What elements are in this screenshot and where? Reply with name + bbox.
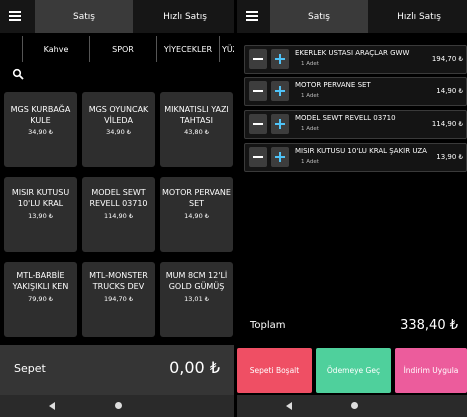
- tab-satis[interactable]: Satış: [270, 0, 368, 33]
- plus-icon[interactable]: [271, 49, 289, 69]
- plus-icon[interactable]: [271, 147, 289, 167]
- product-name: MTL-BARBİE YAKIŞIKLI KEN: [12, 271, 69, 291]
- system-nav-bar: [237, 395, 467, 417]
- cart-item-qty: 1 Adet: [301, 126, 319, 132]
- cart-row[interactable]: MODEL SEWT REVELL 03710 1 Adet 114,90 ₺: [244, 110, 467, 139]
- product-card[interactable]: MGS OYUNCAK VİLEDA 34,90 ₺: [82, 92, 155, 167]
- checkout-button[interactable]: Ödemeye Geç: [316, 348, 391, 393]
- system-nav-bar: [0, 395, 234, 417]
- product-price: 34,90 ₺: [106, 128, 131, 136]
- product-price: 13,01 ₺: [184, 295, 209, 303]
- product-price: 79,90 ₺: [28, 295, 53, 303]
- product-card[interactable]: MTL-BARBİE YAKIŞIKLI KEN 79,90 ₺: [4, 262, 77, 337]
- product-name: MGS KURBAĞA KULE: [10, 105, 71, 125]
- home-icon[interactable]: [351, 402, 358, 409]
- product-card[interactable]: MTL-MONSTER TRUCKS DEV 194,70 ₺: [82, 262, 155, 337]
- clear-cart-button[interactable]: Sepeti Boşalt: [237, 348, 312, 393]
- minus-icon[interactable]: [249, 81, 267, 101]
- back-icon[interactable]: [49, 402, 55, 410]
- product-price: 194,70 ₺: [104, 295, 133, 303]
- total-value: 338,40 ₺: [400, 318, 458, 333]
- search-bar[interactable]: [0, 65, 234, 85]
- category-bar: Kahve SPOR YİYECEKLER YÜZ: [0, 36, 234, 62]
- cart-row[interactable]: MISIR KUTUSU 10'LU KRAL ŞAKİR UZA 1 Adet…: [244, 143, 467, 172]
- product-card[interactable]: MISIR KUTUSU 10'LU KRAL 13,90 ₺: [4, 177, 77, 252]
- product-name: MUM 8CM 12'Lİ GOLD GÜMÜŞ: [165, 271, 228, 291]
- category-item[interactable]: YÜZ: [219, 36, 234, 62]
- total-label: Toplam: [250, 320, 286, 331]
- product-card[interactable]: MIKNATISLI YAZI TAHTASI 43,80 ₺: [160, 92, 233, 167]
- product-name: MODEL SEWT REVELL 03710: [89, 188, 148, 208]
- cart-item-price: 114,90 ₺: [431, 120, 463, 128]
- product-price: 34,90 ₺: [28, 128, 53, 136]
- search-icon[interactable]: [12, 68, 24, 80]
- menu-icon[interactable]: [9, 11, 21, 21]
- cart-item-qty: 1 Adet: [301, 61, 319, 67]
- product-card[interactable]: MGS KURBAĞA KULE 34,90 ₺: [4, 92, 77, 167]
- cart-item-price: 194,70 ₺: [431, 55, 463, 63]
- category-item[interactable]: Kahve: [22, 36, 89, 62]
- product-name: MTL-MONSTER TRUCKS DEV: [89, 271, 148, 291]
- sales-screen-cart: Satış Hızlı Satış EKERLEK USTASI ARAÇLAR…: [237, 0, 467, 417]
- apply-discount-button[interactable]: İndirim Uygula: [395, 348, 467, 393]
- tab-hizli-satis[interactable]: Hızlı Satış: [136, 0, 234, 33]
- product-price: 13,90 ₺: [28, 212, 53, 220]
- cart-item-price: 13,90 ₺: [436, 153, 463, 161]
- product-name: MOTOR PERVANE SET: [162, 188, 231, 208]
- basket-label: Sepet: [14, 362, 46, 375]
- minus-icon[interactable]: [249, 114, 267, 134]
- product-card[interactable]: MOTOR PERVANE SET 14,90 ₺: [160, 177, 233, 252]
- product-name: MGS OYUNCAK VİLEDA: [88, 105, 149, 125]
- back-icon[interactable]: [286, 402, 292, 410]
- category-item[interactable]: SPOR: [89, 36, 156, 62]
- cart-row[interactable]: EKERLEK USTASI ARAÇLAR GWW 1 Adet 194,70…: [244, 45, 467, 74]
- top-bar: Satış Hızlı Satış: [237, 0, 467, 33]
- cart-item-name: MOTOR PERVANE SET: [295, 81, 371, 89]
- product-price: 114,90 ₺: [104, 212, 133, 220]
- cart-item-qty: 1 Adet: [301, 93, 319, 99]
- category-item[interactable]: YİYECEKLER: [156, 36, 219, 62]
- product-name: MIKNATISLI YAZI TAHTASI: [164, 105, 229, 125]
- minus-icon[interactable]: [249, 49, 267, 69]
- cart-item-name: MODEL SEWT REVELL 03710: [295, 114, 396, 122]
- cart-item-name: MISIR KUTUSU 10'LU KRAL ŞAKİR UZA: [295, 147, 427, 155]
- plus-icon[interactable]: [271, 114, 289, 134]
- cart-item-name: EKERLEK USTASI ARAÇLAR GWW: [295, 49, 410, 57]
- product-card[interactable]: MUM 8CM 12'Lİ GOLD GÜMÜŞ 13,01 ₺: [160, 262, 233, 337]
- cart-item-price: 14,90 ₺: [436, 87, 463, 95]
- menu-icon[interactable]: [246, 11, 258, 21]
- top-bar: Satış Hızlı Satış: [0, 0, 234, 33]
- minus-icon[interactable]: [249, 147, 267, 167]
- home-icon[interactable]: [115, 402, 122, 409]
- basket-total: 0,00 ₺: [169, 358, 220, 377]
- product-card[interactable]: MODEL SEWT REVELL 03710 114,90 ₺: [82, 177, 155, 252]
- product-price: 14,90 ₺: [184, 212, 209, 220]
- total-row: Toplam 338,40 ₺: [237, 312, 467, 342]
- sales-screen-product-grid: Satış Hızlı Satış Kahve SPOR YİYECEKLER …: [0, 0, 234, 417]
- basket-bar[interactable]: Sepet 0,00 ₺: [0, 345, 234, 395]
- cart-row[interactable]: MOTOR PERVANE SET 1 Adet 14,90 ₺: [244, 77, 467, 106]
- plus-icon[interactable]: [271, 81, 289, 101]
- product-name: MISIR KUTUSU 10'LU KRAL: [11, 188, 70, 208]
- cart-item-qty: 1 Adet: [301, 159, 319, 165]
- tab-hizli-satis[interactable]: Hızlı Satış: [371, 0, 467, 33]
- tab-satis[interactable]: Satış: [35, 0, 133, 33]
- product-price: 43,80 ₺: [184, 128, 209, 136]
